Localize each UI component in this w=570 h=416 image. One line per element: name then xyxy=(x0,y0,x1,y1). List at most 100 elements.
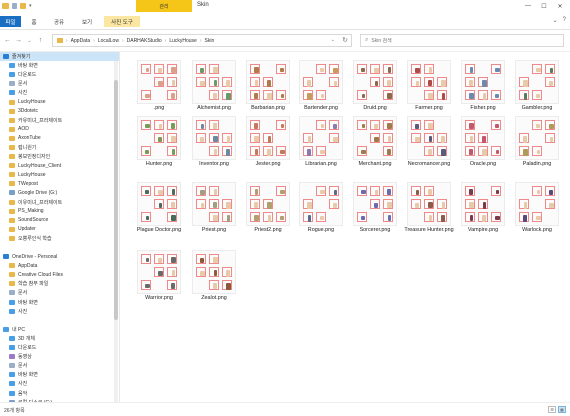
expand-ribbon-icon[interactable]: ⌄ xyxy=(553,17,558,24)
file-item[interactable]: Oracle.png xyxy=(453,112,513,174)
sprite-part xyxy=(307,79,311,87)
sidebar-item[interactable]: 즐겨찾기 xyxy=(0,52,119,62)
file-item[interactable]: Barbarian.png xyxy=(238,56,298,118)
recent-locations-icon[interactable]: ⌄ xyxy=(25,36,34,45)
sprite-cell xyxy=(141,254,151,264)
file-item[interactable]: Paladin.png xyxy=(507,112,567,174)
sidebar-item[interactable]: Updater xyxy=(0,225,119,234)
sidebar-item[interactable]: AppData xyxy=(0,261,119,270)
details-view-button[interactable]: ☰ xyxy=(548,406,556,413)
sidebar-item[interactable]: AOD xyxy=(0,125,119,134)
address-dropdown-icon[interactable]: ⌄ xyxy=(331,37,335,43)
refresh-icon[interactable]: ↻ xyxy=(342,36,348,44)
file-item[interactable]: Librarian.png xyxy=(291,112,351,174)
sidebar-item[interactable]: 다운로드 xyxy=(0,343,119,352)
forward-arrow-icon[interactable]: → xyxy=(14,36,23,45)
sidebar-item[interactable]: 사진 xyxy=(0,379,119,388)
tab-home[interactable]: 홈 xyxy=(25,16,43,27)
sidebar-item[interactable]: LuckyHouse xyxy=(0,97,119,106)
sidebar-item[interactable]: 렙니원기 xyxy=(0,143,119,152)
sprite-cell xyxy=(167,254,177,264)
file-item[interactable]: Bartender.png xyxy=(291,56,351,118)
sidebar-item[interactable]: 내 PC xyxy=(0,325,119,334)
save-icon[interactable] xyxy=(12,3,17,9)
file-item[interactable]: .png xyxy=(129,56,189,118)
breadcrumb-luckyhouse[interactable]: LuckyHouse xyxy=(169,38,197,44)
file-item[interactable]: Jester.png xyxy=(238,112,298,174)
breadcrumb-locallow[interactable]: LocalLow xyxy=(98,38,119,44)
sprite-part xyxy=(145,150,149,154)
sidebar-item[interactable]: OneDrive - Personal xyxy=(0,252,119,261)
file-item[interactable]: Zealot.png xyxy=(184,246,244,308)
close-button[interactable]: ✕ xyxy=(552,0,568,12)
tab-share[interactable]: 공유 xyxy=(50,16,68,27)
sidebar-item[interactable]: 문서 xyxy=(0,361,119,370)
minimize-button[interactable]: — xyxy=(520,0,536,12)
tab-file[interactable]: 파일 xyxy=(0,16,21,27)
sidebar-item[interactable]: 바탕 화면 xyxy=(0,61,119,70)
file-item[interactable]: Sorcerer.png xyxy=(345,178,405,240)
large-icons-view-button[interactable]: ▦ xyxy=(558,406,566,413)
sidebar-item[interactable]: 바탕 화면 xyxy=(0,370,119,379)
file-item[interactable]: Warlock.png xyxy=(507,178,567,240)
new-folder-icon[interactable] xyxy=(20,3,26,9)
file-item[interactable]: Farmer.png xyxy=(399,56,459,118)
sidebar-item[interactable]: 문서 xyxy=(0,288,119,297)
file-item[interactable]: Treasure Hunter.png xyxy=(399,178,459,240)
maximize-button[interactable]: ☐ xyxy=(536,0,552,12)
breadcrumb-skin[interactable]: Skin xyxy=(205,38,215,44)
file-item[interactable]: Merchant.png xyxy=(345,112,405,174)
sidebar-item[interactable]: TWepost xyxy=(0,179,119,188)
file-item[interactable]: Vampire.png xyxy=(453,178,513,240)
help-icon[interactable]: ? xyxy=(563,17,566,24)
sidebar-item[interactable]: 오뿡루인식 학습 xyxy=(0,234,119,243)
sidebar-item[interactable]: LuckyHouse xyxy=(0,170,119,179)
file-item[interactable]: Necromancer.png xyxy=(399,112,459,174)
address-bar[interactable]: › AppData › LocalLow › DARHAKStudio › Lu… xyxy=(52,34,352,47)
file-item[interactable]: Druid.png xyxy=(345,56,405,118)
sidebar-item[interactable]: SoundSource xyxy=(0,216,119,225)
sidebar-item[interactable]: 사진 xyxy=(0,88,119,97)
file-item[interactable]: Plague Doctor.png xyxy=(129,178,189,240)
file-item[interactable]: Priest.png xyxy=(184,178,244,240)
back-arrow-icon[interactable]: ← xyxy=(3,36,12,45)
sidebar-item[interactable]: 음악 xyxy=(0,388,119,397)
search-input[interactable] xyxy=(371,37,552,44)
sidebar-item[interactable]: AxonTube xyxy=(0,134,119,143)
file-name: Paladin.png xyxy=(522,161,552,167)
file-item[interactable]: Priest2.png xyxy=(238,178,298,240)
sidebar-item[interactable]: 카유미녀_프라제이트 xyxy=(0,116,119,125)
file-item[interactable]: Hunter.png xyxy=(129,112,189,174)
file-item[interactable]: Rogue.png xyxy=(291,178,351,240)
sidebar-item[interactable]: 학습 참부 파일 xyxy=(0,279,119,288)
file-item[interactable]: Gambler.png xyxy=(507,56,567,118)
breadcrumb-darhakstudio[interactable]: DARHAKStudio xyxy=(127,38,162,44)
sidebar-item[interactable]: Google Drive (G:) xyxy=(0,188,119,197)
file-item[interactable]: Warrior.png xyxy=(129,246,189,308)
sidebar-item[interactable]: 3D 개체 xyxy=(0,334,119,343)
search-box[interactable]: ⌕ xyxy=(360,34,564,47)
file-item[interactable]: Alchemist.png xyxy=(184,56,244,118)
chevron-down-icon[interactable]: ▾ xyxy=(29,3,34,9)
sidebar-item[interactable]: 문서 xyxy=(0,79,119,88)
up-arrow-icon[interactable]: ↑ xyxy=(36,36,45,45)
sidebar-item[interactable]: Creative Cloud Files xyxy=(0,270,119,279)
tab-picture-tools[interactable]: 사진 도구 xyxy=(104,16,140,27)
breadcrumb-appdata[interactable]: AppData xyxy=(71,38,90,44)
file-item[interactable]: Inventor.png xyxy=(184,112,244,174)
sprite-part xyxy=(280,68,284,72)
sprite-part xyxy=(469,215,473,221)
sprite-part xyxy=(468,93,474,99)
file-thumbnail xyxy=(192,182,236,226)
sidebar-item[interactable]: 봉보민정디자인 xyxy=(0,152,119,161)
sidebar-item[interactable]: 3Ddotetc xyxy=(0,107,119,116)
tab-view[interactable]: 보기 xyxy=(78,16,96,27)
sidebar-item[interactable]: PS_Making xyxy=(0,207,119,216)
sidebar-item[interactable]: LuckyHouse_Client xyxy=(0,161,119,170)
sidebar-item[interactable]: 바탕 화면 xyxy=(0,298,119,307)
sidebar-item[interactable]: 다운로드 xyxy=(0,70,119,79)
sidebar-item[interactable]: 동영상 xyxy=(0,352,119,361)
sidebar-item[interactable]: 사진 xyxy=(0,307,119,316)
file-item[interactable]: Fisher.png xyxy=(453,56,513,118)
sidebar-item[interactable]: 이유미녀_프라제이트 xyxy=(0,198,119,207)
